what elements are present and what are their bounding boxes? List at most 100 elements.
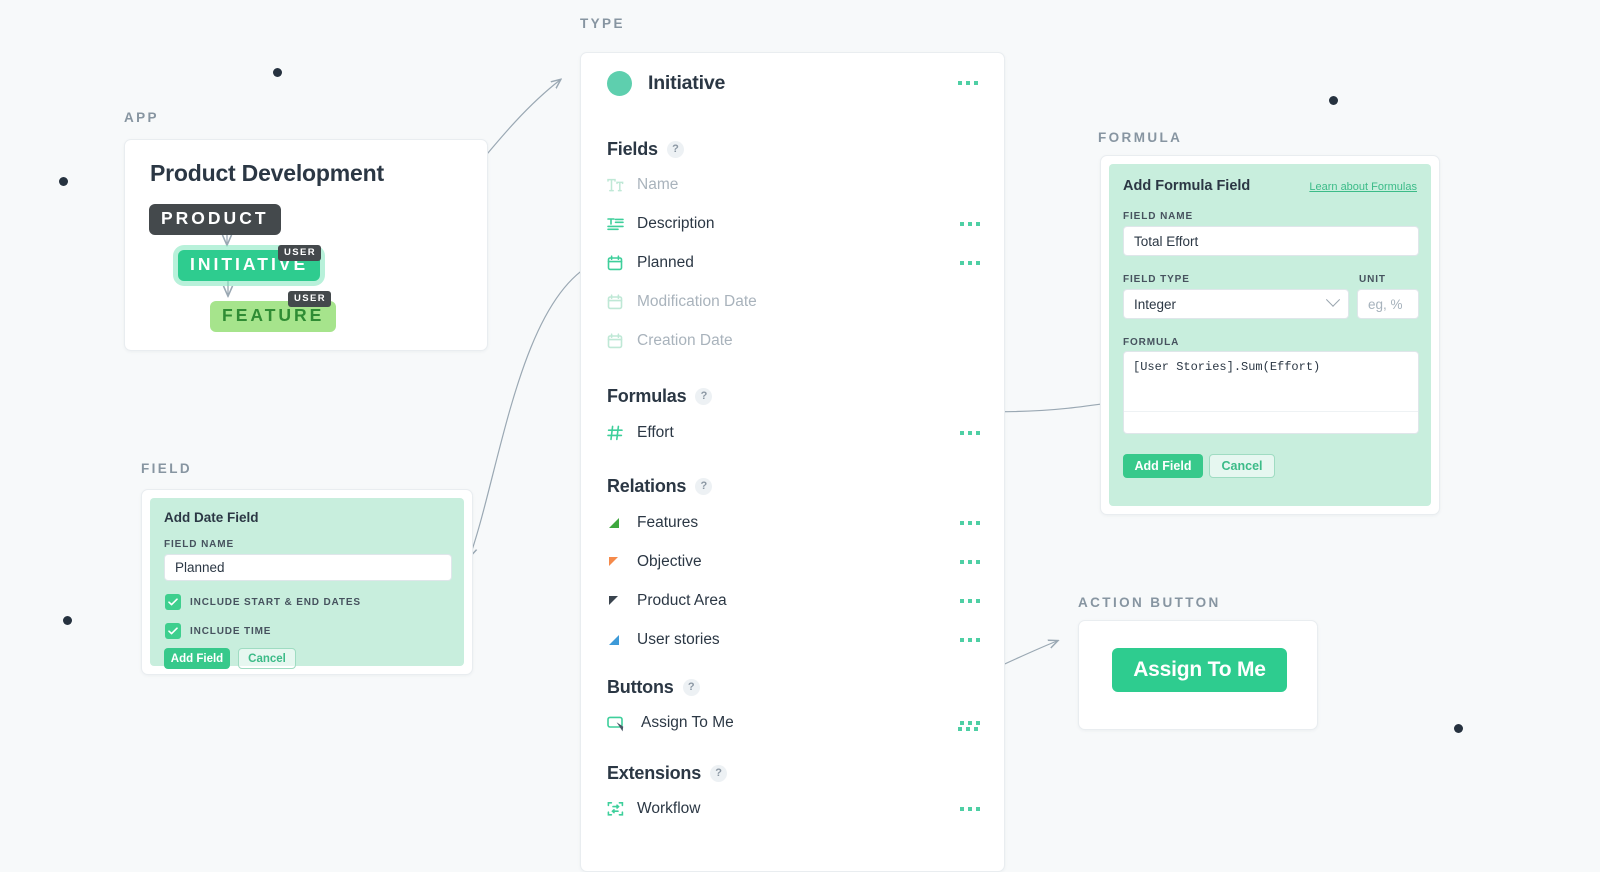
relation-row-product-area[interactable]: Product Area xyxy=(607,588,980,614)
triangle-green-icon xyxy=(607,516,637,530)
field-row-planned[interactable]: Planned xyxy=(607,250,980,276)
triangle-dark-icon xyxy=(607,594,637,608)
section-label: Buttons xyxy=(607,677,674,698)
formula-textarea-label: FORMULA xyxy=(1123,337,1179,348)
assign-to-me-button[interactable]: Assign To Me xyxy=(1112,648,1287,692)
section-label: Fields xyxy=(607,139,658,160)
add-formula-field-title: Add Formula Field xyxy=(1123,178,1250,194)
unit-input[interactable]: eg, % xyxy=(1357,289,1419,319)
app-node-feature-user-badge: USER xyxy=(288,291,331,307)
field-row-name[interactable]: Name xyxy=(607,172,980,198)
checkbox-checked-icon[interactable] xyxy=(165,594,181,610)
calendar-icon xyxy=(607,333,637,349)
field-menu-icon[interactable] xyxy=(960,222,980,226)
formula-value: [User Stories].Sum(Effort) xyxy=(1133,360,1320,374)
add-date-field-title: Add Date Field xyxy=(164,510,259,525)
learn-about-formulas-link[interactable]: Learn about Formulas xyxy=(1309,181,1417,193)
formula-field-name-input[interactable]: Total Effort xyxy=(1123,226,1419,256)
help-icon[interactable]: ? xyxy=(667,141,684,158)
field-name-input[interactable]: Planned xyxy=(164,554,452,581)
workflow-icon xyxy=(607,801,637,817)
formula-field-name-label: FIELD NAME xyxy=(1123,211,1193,222)
unit-label: UNIT xyxy=(1359,274,1386,285)
extension-row-workflow[interactable]: Workflow xyxy=(607,796,980,822)
type-name: Initiative xyxy=(648,72,725,95)
app-node-product[interactable]: PRODUCT xyxy=(149,204,281,235)
type-header: Initiative xyxy=(607,71,725,96)
help-icon[interactable]: ? xyxy=(695,478,712,495)
relation-menu-icon[interactable] xyxy=(960,599,980,603)
caption-formula: FORMULA xyxy=(1098,130,1182,145)
formula-row-effort[interactable]: Effort xyxy=(607,420,980,446)
include-start-end-dates-checkbox-row[interactable]: INCLUDE START & END DATES xyxy=(165,594,361,610)
cancel-button[interactable]: Cancel xyxy=(238,648,296,669)
field-menu-icon[interactable] xyxy=(960,261,980,265)
help-icon[interactable]: ? xyxy=(695,388,712,405)
long-text-icon xyxy=(607,217,637,232)
formula-menu-icon[interactable] xyxy=(960,431,980,435)
button-label: Assign To Me xyxy=(641,714,734,732)
section-label: Relations xyxy=(607,476,686,497)
relation-row-user-stories[interactable]: User stories xyxy=(607,627,980,653)
relation-label: User stories xyxy=(637,631,720,649)
relation-row-features[interactable]: Features xyxy=(607,510,980,536)
section-title-fields: Fields ? xyxy=(607,139,684,160)
checkbox-checked-icon[interactable] xyxy=(165,623,181,639)
field-name-label: FIELD NAME xyxy=(164,539,234,550)
field-label: Modification Date xyxy=(637,293,757,311)
field-row-description[interactable]: Description xyxy=(607,211,980,237)
hash-icon xyxy=(607,425,637,441)
app-node-initiative-user-badge: USER xyxy=(278,245,321,261)
section-title-relations: Relations ? xyxy=(607,476,712,497)
field-type-select[interactable]: Integer xyxy=(1123,289,1349,319)
field-row-modification-date[interactable]: Modification Date xyxy=(607,289,980,315)
extension-menu-icon[interactable] xyxy=(960,807,980,811)
formula-card: Add Formula Field Learn about Formulas F… xyxy=(1100,155,1440,515)
button-row-extra-menu-icon[interactable] xyxy=(958,727,978,731)
relation-label: Objective xyxy=(637,553,702,571)
section-title-extensions: Extensions ? xyxy=(607,763,727,784)
canvas: APP Product Development PRODUCT INITIATI… xyxy=(0,0,1600,841)
decorative-dot xyxy=(63,616,72,625)
decorative-dot xyxy=(1454,724,1463,733)
type-avatar-icon xyxy=(607,71,632,96)
add-field-button[interactable]: Add Field xyxy=(164,648,230,669)
section-title-formulas: Formulas ? xyxy=(607,386,712,407)
formula-add-field-button[interactable]: Add Field xyxy=(1123,454,1203,478)
button-menu-icon[interactable] xyxy=(960,721,980,725)
decorative-dot xyxy=(1329,96,1338,105)
field-row-creation-date[interactable]: Creation Date xyxy=(607,328,980,354)
formula-cancel-button[interactable]: Cancel xyxy=(1209,454,1275,478)
relation-label: Product Area xyxy=(637,592,727,610)
section-title-buttons: Buttons ? xyxy=(607,677,700,698)
formula-divider xyxy=(1124,411,1418,412)
action-button-card: Assign To Me xyxy=(1078,620,1318,730)
text-field-icon xyxy=(607,178,637,193)
field-label: Name xyxy=(637,176,678,194)
caption-field: FIELD xyxy=(141,461,192,476)
relation-menu-icon[interactable] xyxy=(960,638,980,642)
caption-type: TYPE xyxy=(580,16,625,31)
field-type-value: Integer xyxy=(1134,297,1176,312)
include-time-checkbox-row[interactable]: INCLUDE TIME xyxy=(165,623,271,639)
button-row-assign-to-me[interactable]: Assign To Me xyxy=(607,710,980,736)
relation-row-objective[interactable]: Objective xyxy=(607,549,980,575)
formula-textarea[interactable]: [User Stories].Sum(Effort) xyxy=(1123,351,1419,434)
relation-menu-icon[interactable] xyxy=(960,560,980,564)
type-card: Initiative Fields ? Name Description xyxy=(580,52,1005,872)
button-cursor-icon xyxy=(607,715,637,732)
help-icon[interactable]: ? xyxy=(710,765,727,782)
type-header-menu-icon[interactable] xyxy=(958,81,978,85)
relation-menu-icon[interactable] xyxy=(960,521,980,525)
calendar-icon xyxy=(607,255,637,271)
help-icon[interactable]: ? xyxy=(683,679,700,696)
calendar-icon xyxy=(607,294,637,310)
add-date-field-panel: Add Date Field FIELD NAME Planned INCLUD… xyxy=(150,498,464,666)
field-label: Description xyxy=(637,215,715,233)
checkbox-label: INCLUDE START & END DATES xyxy=(190,597,361,608)
caption-action-button: ACTION BUTTON xyxy=(1078,595,1221,610)
field-card: Add Date Field FIELD NAME Planned INCLUD… xyxy=(141,489,473,675)
add-formula-field-panel: Add Formula Field Learn about Formulas F… xyxy=(1109,164,1431,506)
section-label: Formulas xyxy=(607,386,686,407)
extension-label: Workflow xyxy=(637,800,700,818)
